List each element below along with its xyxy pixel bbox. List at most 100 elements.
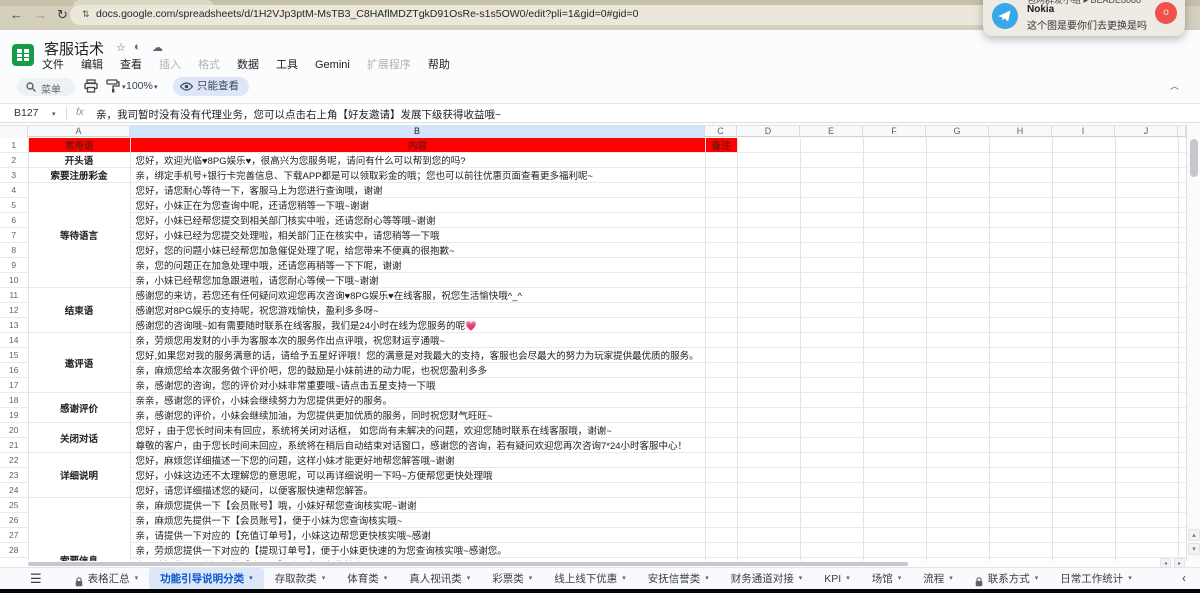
row-header-28[interactable]: 28	[0, 543, 28, 558]
zoom-caret-icon[interactable]: ▾	[154, 83, 158, 91]
cell-H13[interactable]	[989, 318, 1052, 333]
cell-F26[interactable]	[863, 513, 926, 528]
tab-scroll-left-icon[interactable]: ‹	[1182, 571, 1186, 585]
menu-item-9[interactable]: 帮助	[428, 58, 450, 72]
row-header-4[interactable]: 4	[0, 183, 28, 198]
column-header-C[interactable]: C	[705, 126, 737, 138]
cell-E7[interactable]	[800, 228, 863, 243]
row-header-22[interactable]: 22	[0, 453, 28, 468]
cell-E15[interactable]	[800, 348, 863, 363]
cell-C9[interactable]	[705, 258, 737, 273]
cell-C24[interactable]	[705, 483, 737, 498]
cell-I9[interactable]	[1052, 258, 1115, 273]
cell-J8[interactable]	[1115, 243, 1178, 258]
row-header-15[interactable]: 15	[0, 348, 28, 363]
cell-C20[interactable]	[705, 423, 737, 438]
cell-I19[interactable]	[1052, 408, 1115, 423]
cell-G19[interactable]	[926, 408, 989, 423]
cell-F27[interactable]	[863, 528, 926, 543]
cell-H22[interactable]	[989, 453, 1052, 468]
sheet-tab-11[interactable]: 流程▾	[912, 568, 964, 590]
column-header-B[interactable]: B	[130, 126, 705, 138]
row-header-12[interactable]: 12	[0, 303, 28, 318]
cell-E11[interactable]	[800, 288, 863, 303]
row-header-5[interactable]: 5	[0, 198, 28, 213]
cell-E17[interactable]	[800, 378, 863, 393]
cell-D17[interactable]	[737, 378, 800, 393]
cell-E25[interactable]	[800, 498, 863, 513]
row-header-24[interactable]: 24	[0, 483, 28, 498]
row-header-2[interactable]: 2	[0, 153, 28, 168]
cell-F8[interactable]	[863, 243, 926, 258]
name-box-caret-icon[interactable]: ▾	[52, 110, 56, 118]
cell-B21[interactable]: 尊敬的客户，由于您长时间未回应，系统将在稍后自动结束对话窗口，感谢您的咨询，若有…	[130, 438, 705, 453]
cell-G11[interactable]	[926, 288, 989, 303]
cell-I26[interactable]	[1052, 513, 1115, 528]
cell-B18[interactable]: 亲亲，感谢您的评价，小妹会继续努力为您提供更好的服务。	[130, 393, 705, 408]
sheet-tab-1[interactable]: 功能引导说明分类▾	[149, 568, 264, 590]
cell-J12[interactable]	[1115, 303, 1178, 318]
all-sheets-menu-icon[interactable]: ☰	[30, 571, 42, 587]
cell-H18[interactable]	[989, 393, 1052, 408]
cell-B12[interactable]: 感谢您对8PG娱乐的支持呢，祝您游戏愉快，盈利多多呀~	[130, 303, 705, 318]
cell-A22[interactable]: 详细说明	[28, 453, 130, 498]
row-header-20[interactable]: 20	[0, 423, 28, 438]
cell-C25[interactable]	[705, 498, 737, 513]
cell-J9[interactable]	[1115, 258, 1178, 273]
tab-caret-icon[interactable]: ▾	[249, 568, 253, 590]
view-only-chip[interactable]: 只能查看	[173, 77, 249, 96]
cell-H10[interactable]	[989, 273, 1052, 288]
cell-H9[interactable]	[989, 258, 1052, 273]
cell-C3[interactable]	[705, 168, 737, 183]
cell-B7[interactable]: 您好，小妹已经为您提交处理啦，相关部门正在核实中，请您稍等一下哦	[130, 228, 705, 243]
refresh-icon[interactable]: ↻	[57, 6, 68, 24]
sheet-tab-9[interactable]: KPI▾	[813, 568, 860, 590]
cell-G8[interactable]	[926, 243, 989, 258]
cell-J7[interactable]	[1115, 228, 1178, 243]
row-header-26[interactable]: 26	[0, 513, 28, 528]
cell-B3[interactable]: 亲，绑定手机号+银行卡完善信息、下载APP都是可以领取彩金的哦；您也可以前往优惠…	[130, 168, 705, 183]
cell-D18[interactable]	[737, 393, 800, 408]
cell-I7[interactable]	[1052, 228, 1115, 243]
cell-G4[interactable]	[926, 183, 989, 198]
cell-D6[interactable]	[737, 213, 800, 228]
tab-caret-icon[interactable]: ▾	[949, 568, 953, 590]
cell-I3[interactable]	[1052, 168, 1115, 183]
tab-caret-icon[interactable]: ▾	[529, 568, 533, 590]
tab-caret-icon[interactable]: ▾	[1128, 568, 1132, 590]
cell-B25[interactable]: 亲，麻烦您提供一下【会员账号】哦，小妹好帮您查询核实呢~谢谢	[130, 498, 705, 513]
row-header-18[interactable]: 18	[0, 393, 28, 408]
cell-A3[interactable]: 索要注册彩金	[28, 168, 130, 183]
cell-C7[interactable]	[705, 228, 737, 243]
cell-E5[interactable]	[800, 198, 863, 213]
cell-B2[interactable]: 您好，欢迎光临♥8PG娱乐♥，很高兴为您服务呢，请问有什么可以帮到您的吗?	[130, 153, 705, 168]
cell-I25[interactable]	[1052, 498, 1115, 513]
cell-B6[interactable]: 您好，小妹已经帮您提交到相关部门核实中啦，还请您耐心等等哦~谢谢	[130, 213, 705, 228]
column-header-D[interactable]: D	[737, 126, 800, 138]
cell-F6[interactable]	[863, 213, 926, 228]
cell-A1[interactable]: 常用语	[28, 138, 130, 153]
cell-D13[interactable]	[737, 318, 800, 333]
cell-D26[interactable]	[737, 513, 800, 528]
row-header-6[interactable]: 6	[0, 213, 28, 228]
cell-I20[interactable]	[1052, 423, 1115, 438]
paint-format-caret-icon[interactable]: ▾	[122, 83, 126, 91]
cell-F17[interactable]	[863, 378, 926, 393]
row-header-14[interactable]: 14	[0, 333, 28, 348]
cell-H27[interactable]	[989, 528, 1052, 543]
cell-E9[interactable]	[800, 258, 863, 273]
cell-J2[interactable]	[1115, 153, 1178, 168]
back-icon[interactable]: ←	[10, 6, 23, 24]
cell-G12[interactable]	[926, 303, 989, 318]
cell-G20[interactable]	[926, 423, 989, 438]
cell-G23[interactable]	[926, 468, 989, 483]
cell-H6[interactable]	[989, 213, 1052, 228]
url-text[interactable]: docs.google.com/spreadsheets/d/1H2VJp3pt…	[96, 8, 638, 20]
cell-H25[interactable]	[989, 498, 1052, 513]
cell-I24[interactable]	[1052, 483, 1115, 498]
cell-B16[interactable]: 亲，麻烦您给本次服务做个评价吧，您的鼓励是小妹前进的动力呢，也祝您盈利多多	[130, 363, 705, 378]
cell-I27[interactable]	[1052, 528, 1115, 543]
sheet-tab-0[interactable]: 表格汇总▾	[64, 568, 150, 590]
cell-D3[interactable]	[737, 168, 800, 183]
cell-G10[interactable]	[926, 273, 989, 288]
